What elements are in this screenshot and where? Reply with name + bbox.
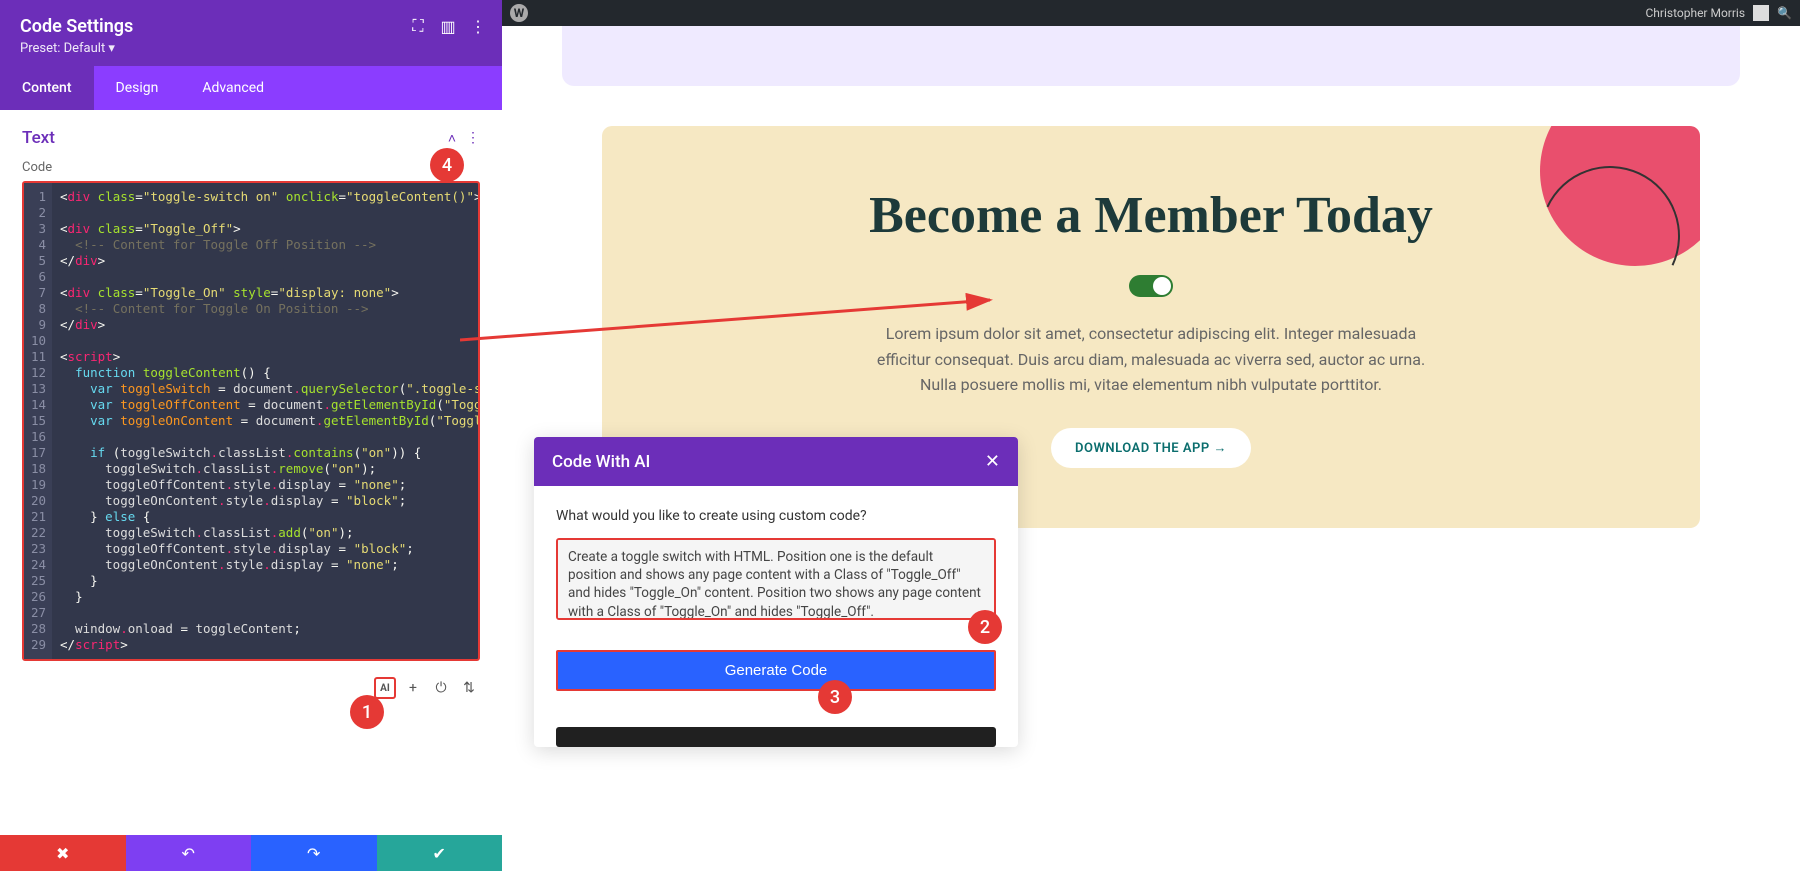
annotation-marker-1: 1 [350, 695, 384, 729]
ai-button[interactable]: AI [374, 677, 396, 699]
bottom-action-bar: ✖ ↶ ↷ ✔ [0, 835, 502, 871]
settings-panel: Code Settings Preset: Default ▾ ⛶ ▥ ⋮ Co… [0, 0, 502, 871]
header-strip [562, 26, 1740, 86]
code-output-preview [556, 727, 996, 747]
hero-description: Lorem ipsum dolor sit amet, consectetur … [871, 321, 1431, 398]
sort-button[interactable]: ⇅ [458, 677, 480, 699]
section-more-icon[interactable]: ⋮ [466, 130, 480, 147]
toggle-knob [1153, 277, 1171, 295]
admin-user-name[interactable]: Christopher Morris [1645, 6, 1745, 20]
viewport-icon[interactable]: ⛶ [410, 18, 426, 34]
add-button[interactable]: + [402, 677, 424, 699]
preset-dropdown[interactable]: Preset: Default ▾ [20, 41, 482, 56]
code-editor[interactable]: 1234567891011121314151617181920212223242… [22, 181, 480, 661]
close-icon[interactable]: ✕ [985, 451, 1000, 472]
cancel-button[interactable]: ✖ [0, 835, 126, 871]
power-button[interactable]: ⏻ [430, 677, 452, 699]
undo-button[interactable]: ↶ [126, 835, 252, 871]
panel-header: Code Settings Preset: Default ▾ ⛶ ▥ ⋮ [0, 0, 502, 66]
wp-admin-bar: W Christopher Morris 🔍 [502, 0, 1800, 26]
annotation-marker-4: 4 [430, 148, 464, 182]
tab-advanced[interactable]: Advanced [180, 66, 286, 110]
more-icon[interactable]: ⋮ [470, 18, 486, 34]
section-title: Text [22, 128, 55, 148]
code-content[interactable]: <div class="toggle-switch on" onclick="t… [52, 183, 478, 659]
save-button[interactable]: ✔ [377, 835, 503, 871]
editor-toolbar: AI + ⏻ ⇅ [0, 669, 502, 699]
ai-dialog-title: Code With AI [552, 452, 650, 472]
ai-dialog: Code With AI ✕ What would you like to cr… [534, 437, 1018, 747]
generate-code-button[interactable]: Generate Code [556, 650, 996, 691]
avatar[interactable] [1753, 5, 1769, 21]
hero-title: Become a Member Today [642, 186, 1660, 245]
tab-design[interactable]: Design [94, 66, 181, 110]
annotation-marker-2: 2 [968, 610, 1002, 644]
ai-dialog-header: Code With AI ✕ [534, 437, 1018, 486]
collapse-icon[interactable]: ˄ [448, 130, 456, 147]
text-section: Text ˄ ⋮ Code 12345678910111213141516171… [0, 110, 502, 669]
code-label: Code [22, 160, 480, 175]
redo-button[interactable]: ↷ [251, 835, 377, 871]
line-gutter: 1234567891011121314151617181920212223242… [24, 183, 52, 659]
toggle-switch[interactable] [1129, 275, 1173, 297]
annotation-marker-3: 3 [818, 680, 852, 714]
search-icon[interactable]: 🔍 [1777, 6, 1792, 20]
download-app-button[interactable]: DOWNLOAD THE APP → [1051, 428, 1251, 468]
wordpress-logo-icon[interactable]: W [510, 4, 528, 22]
ai-prompt-label: What would you like to create using cust… [556, 508, 996, 524]
ai-prompt-input[interactable] [556, 538, 996, 620]
columns-icon[interactable]: ▥ [440, 18, 456, 34]
tab-content[interactable]: Content [0, 66, 94, 110]
panel-tabs: Content Design Advanced [0, 66, 502, 110]
